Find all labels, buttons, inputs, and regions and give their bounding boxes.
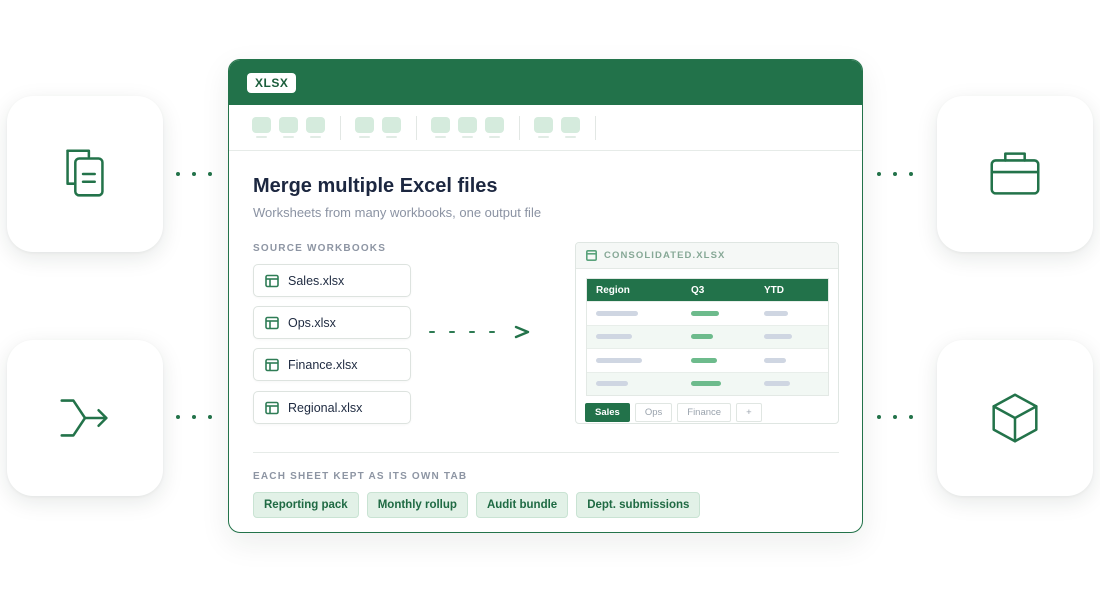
spreadsheet-icon: [265, 274, 279, 287]
source-workbooks-label: SOURCE WORKBOOKS: [253, 243, 387, 254]
card-header: XLSX: [229, 60, 862, 105]
merge-card: XLSX Merge multiple Excel files Workshee…: [228, 59, 863, 533]
toolbar-divider: [416, 115, 417, 140]
chip-audit-bundle[interactable]: Audit bundle: [475, 492, 569, 518]
toolbar-divider: [595, 115, 596, 140]
spreadsheet-icon: [265, 401, 279, 414]
source-file-regional[interactable]: Regional.xlsx: [253, 391, 411, 424]
cube-tile: [937, 340, 1093, 496]
file-name: Regional.xlsx: [288, 400, 363, 415]
toolbar-button[interactable]: [485, 116, 504, 139]
toolbar-button[interactable]: [252, 116, 271, 139]
chip-reporting-pack[interactable]: Reporting pack: [253, 492, 359, 518]
copy-document-icon: [66, 149, 104, 197]
output-file-name: CONSOLIDATED.XLSX: [604, 250, 726, 261]
source-file-sales[interactable]: Sales.xlsx: [253, 264, 411, 297]
sheet-tab-ops[interactable]: Ops: [634, 403, 673, 422]
cube-icon: [992, 393, 1038, 443]
page-title: Merge multiple Excel files: [253, 175, 498, 197]
column-header: Region: [596, 284, 630, 296]
toolbar-button[interactable]: [561, 116, 580, 139]
column-header: Q3: [691, 284, 705, 296]
use-case-chips: Reporting pack Monthly rollup Audit bund…: [253, 492, 708, 518]
toolbar-button[interactable]: [431, 116, 450, 139]
table-row: [587, 301, 828, 325]
merge-arrow-icon: [60, 399, 108, 437]
chevron-right-icon: [514, 325, 530, 339]
connector-dots: [176, 414, 212, 420]
toolbar-button[interactable]: [279, 116, 298, 139]
sheet-tab-sales[interactable]: Sales: [585, 403, 630, 422]
preview-header: CONSOLIDATED.XLSX: [576, 243, 838, 269]
table-header: Region Q3 YTD: [587, 279, 828, 301]
toolbar-divider: [340, 115, 341, 140]
toolbar-divider: [519, 115, 520, 140]
ribbon-toolbar: [229, 105, 862, 151]
merge-tile: [7, 340, 163, 496]
connector-dots: [176, 171, 212, 177]
table-row: [587, 371, 828, 395]
sheet-tab-finance[interactable]: Finance: [677, 403, 732, 422]
tabs-label: EACH SHEET KEPT AS ITS OWN TAB: [253, 471, 468, 482]
source-file-finance[interactable]: Finance.xlsx: [253, 348, 411, 381]
connector-dots: [877, 171, 913, 177]
table-row: [587, 324, 828, 348]
toolbar-button[interactable]: [458, 116, 477, 139]
toolbar-button[interactable]: [534, 116, 553, 139]
copy-document-tile: [7, 96, 163, 252]
add-sheet-button[interactable]: +: [736, 403, 762, 422]
toolbar-button[interactable]: [382, 116, 401, 139]
chip-monthly-rollup[interactable]: Monthly rollup: [366, 492, 468, 518]
sheet-tabs: Sales Ops Finance +: [585, 403, 767, 422]
toolbar-button[interactable]: [306, 116, 325, 139]
file-name: Finance.xlsx: [288, 357, 358, 372]
file-type-badge: XLSX: [247, 72, 297, 93]
connector-dots: [877, 414, 913, 420]
toolbar-button[interactable]: [355, 116, 374, 139]
source-file-ops[interactable]: Ops.xlsx: [253, 306, 411, 339]
consolidated-preview: CONSOLIDATED.XLSX Region Q3 YTD Sales Op…: [575, 242, 839, 424]
spreadsheet-icon: [265, 358, 279, 371]
briefcase-icon: [990, 152, 1040, 195]
merge-flow-arrow: [429, 325, 549, 339]
table-row: [587, 348, 828, 372]
section-divider: [253, 452, 839, 453]
column-header: YTD: [764, 284, 784, 296]
chip-dept-submissions[interactable]: Dept. submissions: [576, 492, 701, 518]
spreadsheet-icon: [586, 250, 597, 261]
spreadsheet-icon: [265, 316, 279, 329]
page-subtitle: Worksheets from many workbooks, one outp…: [253, 205, 542, 220]
file-name: Ops.xlsx: [288, 315, 336, 330]
preview-table: Region Q3 YTD: [586, 278, 829, 396]
briefcase-tile: [937, 96, 1093, 252]
file-name: Sales.xlsx: [288, 273, 345, 288]
